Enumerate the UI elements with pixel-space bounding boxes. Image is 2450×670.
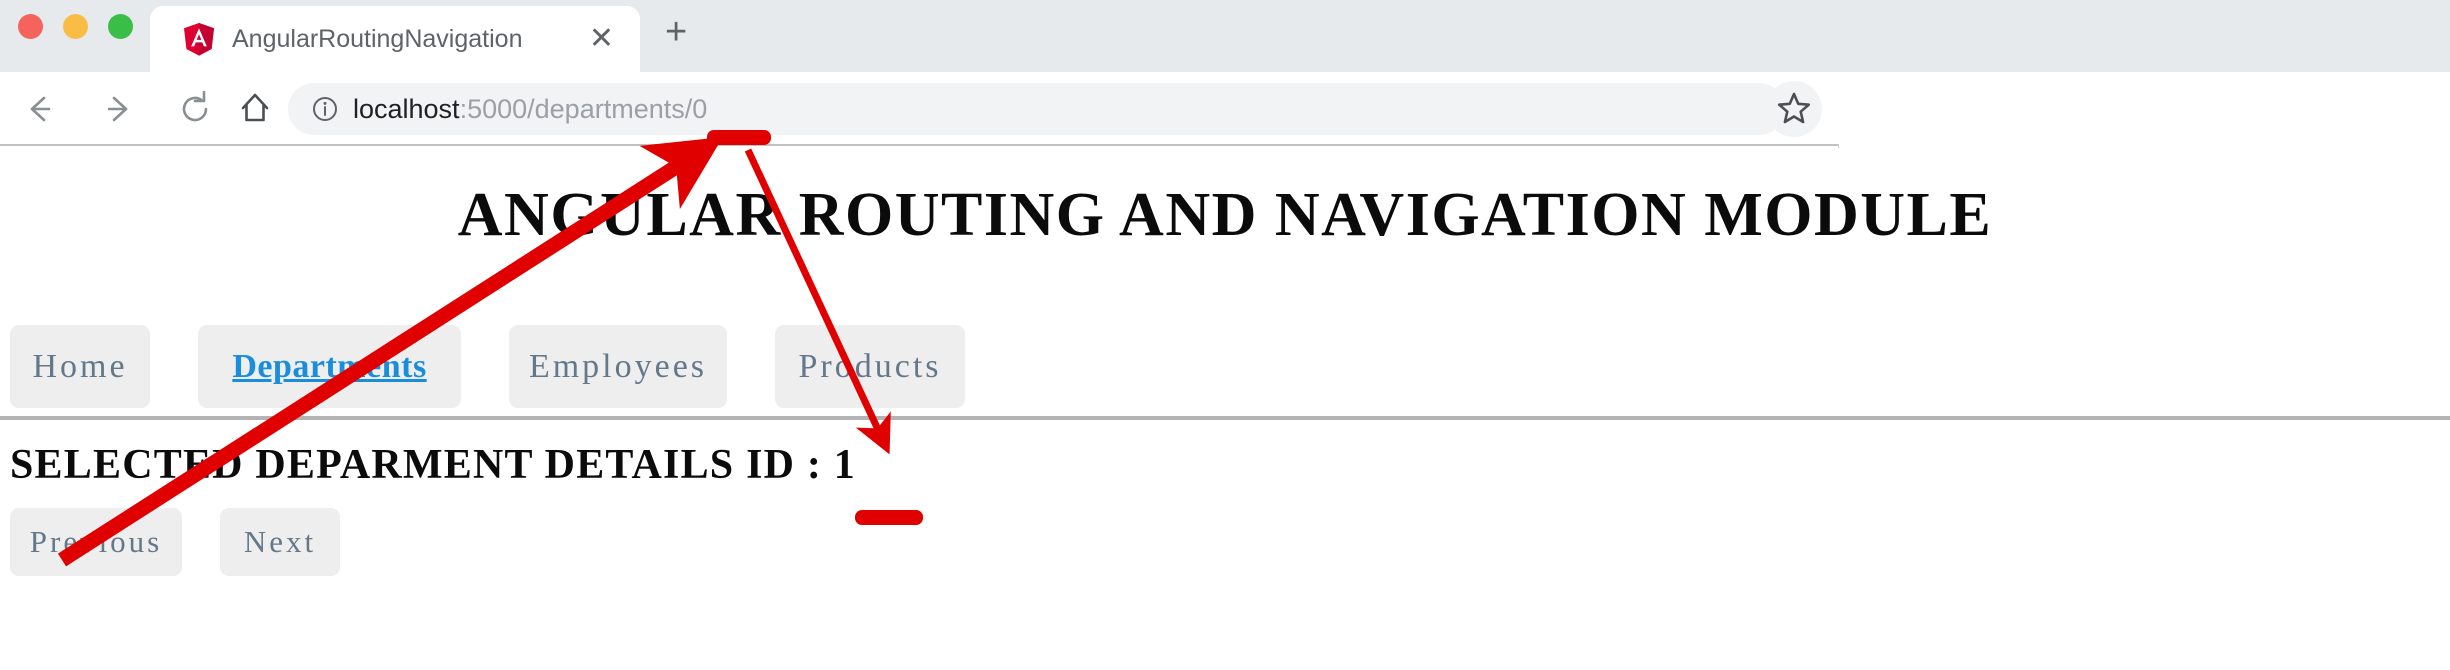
arrow-left-icon[interactable] [12,82,66,136]
next-button-label: Next [243,524,317,559]
new-tab-button[interactable]: + [665,0,687,66]
url-id-marker [707,130,771,145]
nav-item-departments[interactable]: Departments [198,325,461,408]
tab-title: AngularRoutingNavigation [232,25,523,53]
tab-strip: AngularRoutingNavigation ✕ + [0,0,2450,72]
star-icon[interactable] [1766,81,1822,137]
info-circle-icon[interactable] [312,96,338,122]
nav-item-employees[interactable]: Employees [509,325,727,408]
browser-tab[interactable]: AngularRoutingNavigation ✕ [150,6,640,72]
nav-item-label: Home [32,347,128,385]
department-id-marker [855,510,923,525]
page-title: ANGULAR ROUTING AND NAVIGATION MODULE [457,181,1993,249]
next-button[interactable]: Next [220,508,340,576]
page-content: ANGULAR ROUTING AND NAVIGATION MODULE Ho… [0,148,2450,670]
window-maximize-button[interactable] [108,14,133,39]
arrow-right-icon[interactable] [92,82,146,136]
nav-item-home[interactable]: Home [10,325,150,408]
close-icon[interactable]: ✕ [589,6,614,72]
previous-button-label: Previous [29,524,163,559]
nav-item-label: Products [798,347,942,385]
reload-icon[interactable] [168,82,222,136]
window-controls [18,14,133,39]
home-icon[interactable] [228,82,282,136]
nav-item-label: Departments [232,347,427,385]
window-close-button[interactable] [18,14,43,39]
site-navigation: Home Departments Employees Products [10,325,965,408]
browser-toolbar: localhost:5000/departments/0 [0,72,2450,216]
address-bar-path: :5000/departments/0 [459,94,708,124]
selected-department-heading: SELECTED DEPARMENT DETAILS ID : 1 [10,442,856,488]
nav-item-label: Employees [528,347,708,385]
navigation-divider [0,416,2450,420]
address-bar-url[interactable]: localhost:5000/departments/0 [353,83,707,135]
previous-button[interactable]: Previous [10,508,182,576]
window-minimize-button[interactable] [63,14,88,39]
address-bar-host: localhost [353,94,460,124]
pager-controls: Previous Next [10,508,340,576]
angular-logo-icon [182,22,216,56]
nav-item-products[interactable]: Products [775,325,965,408]
browser-window: AngularRoutingNavigation ✕ + localhost:5… [0,0,2450,216]
address-bar[interactable]: localhost:5000/departments/0 [288,83,1785,135]
